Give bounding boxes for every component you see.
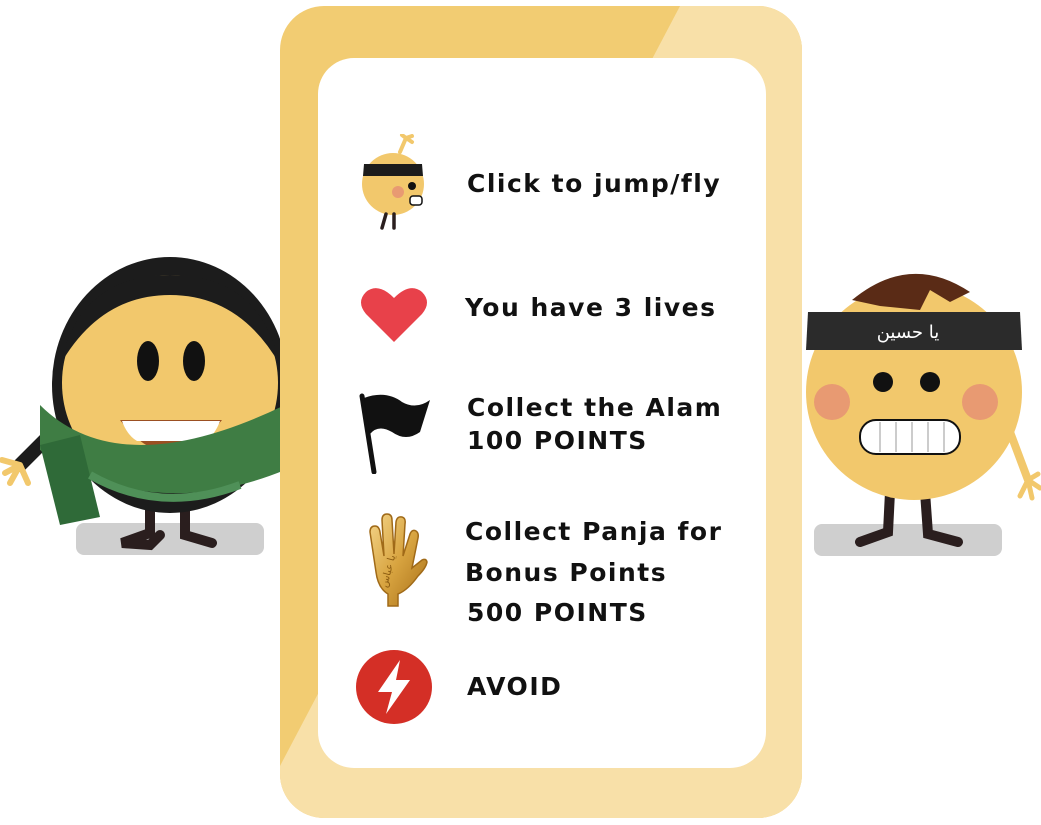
panja-hand-icon: يا عباس bbox=[369, 513, 428, 607]
instruction-text-avoid: AVOID bbox=[467, 672, 563, 701]
lightning-icon bbox=[356, 650, 432, 724]
flag-icon bbox=[359, 393, 430, 474]
jumping-character-icon bbox=[362, 134, 424, 230]
instruction-text-lives: You have 3 lives bbox=[465, 293, 717, 322]
right-character: يا حسين bbox=[806, 273, 1041, 556]
left-character-shadow bbox=[76, 523, 264, 555]
instruction-text-bonus: Bonus Points bbox=[465, 558, 668, 587]
headband-text: يا حسين bbox=[877, 322, 940, 343]
instruction-text-jump: Click to jump/fly bbox=[467, 169, 722, 198]
instruction-text-alam: Collect the Alam bbox=[467, 393, 723, 422]
instruction-points-panja: 500 POINTS bbox=[467, 598, 648, 627]
heart-icon bbox=[361, 288, 427, 342]
left-eye bbox=[137, 341, 159, 381]
instruction-points-alam: 100 POINTS bbox=[467, 426, 648, 455]
left-character bbox=[0, 257, 285, 555]
right-eye bbox=[183, 341, 205, 381]
instruction-text-panja: Collect Panja for bbox=[465, 517, 723, 546]
right-character-shadow bbox=[814, 524, 1002, 556]
